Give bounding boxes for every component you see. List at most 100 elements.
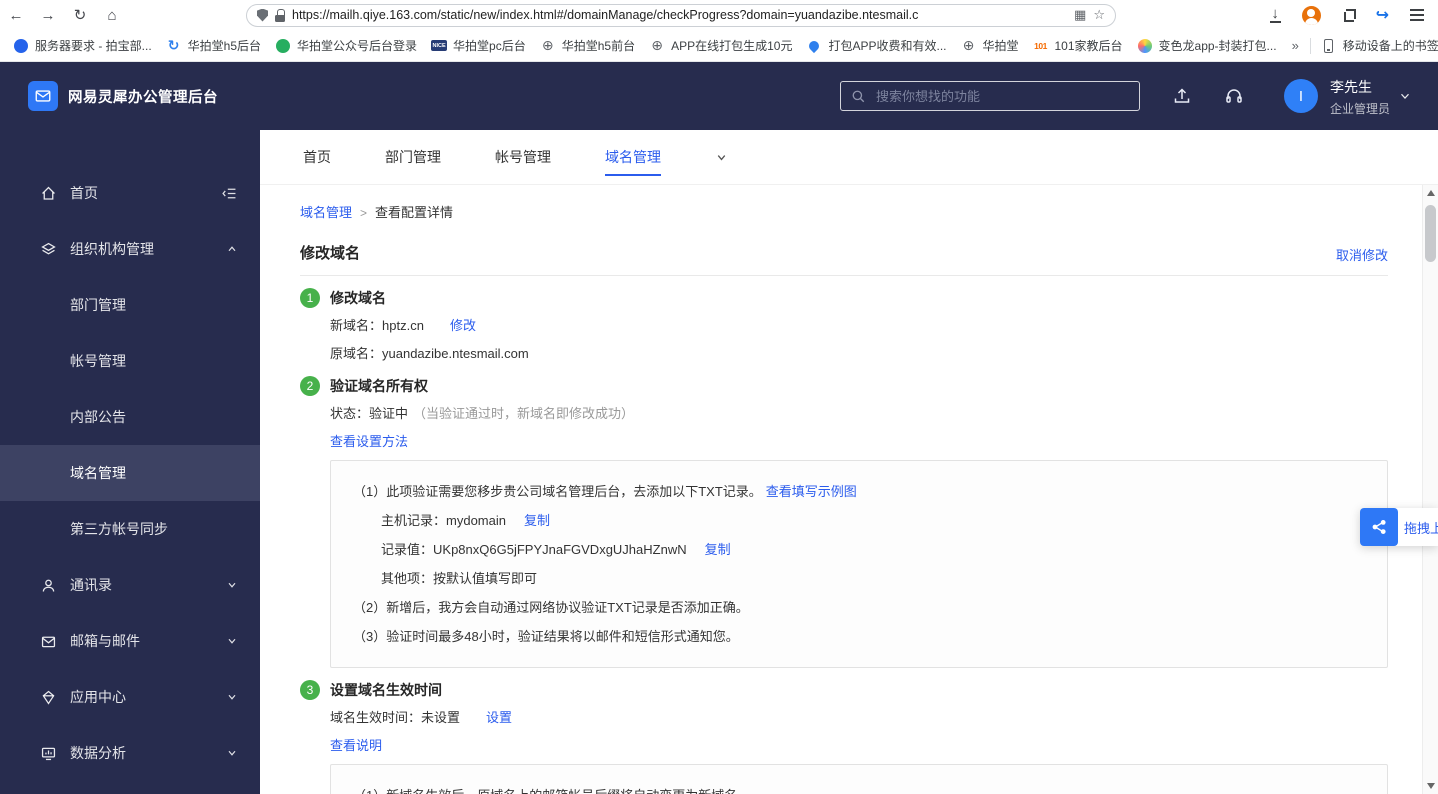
lock-icon[interactable] [275, 8, 285, 22]
function-search[interactable] [840, 81, 1140, 111]
breadcrumb-current: 查看配置详情 [375, 205, 454, 220]
forward-icon[interactable]: → [32, 7, 64, 24]
browser-home-icon[interactable]: ⌂ [96, 7, 128, 24]
sidebar-item-account-management[interactable]: 帐号管理 [0, 333, 260, 389]
bookmark-item[interactable]: 华拍堂公众号后台登录 [268, 34, 424, 57]
support-headset-icon[interactable] [1224, 86, 1244, 106]
page-title: 修改域名 [300, 245, 361, 262]
modify-domain-link[interactable]: 修改 [450, 316, 476, 336]
101-favicon: 101 [1034, 40, 1047, 51]
search-icon [852, 90, 865, 102]
bookmark-label: APP在线打包生成10元 [671, 39, 793, 53]
user-role: 企业管理员 [1330, 102, 1391, 116]
url-bar[interactable]: https://mailh.qiye.163.com/static/new/in… [246, 3, 1116, 27]
sidebar-item-internal-announcement[interactable]: 内部公告 [0, 389, 260, 445]
url-text[interactable]: https://mailh.qiye.163.com/static/new/in… [292, 8, 1067, 22]
tab-dept-management[interactable]: 部门管理 [385, 130, 441, 185]
breadcrumb-separator: > [360, 206, 368, 220]
bookmark-item[interactable]: 打包APP收费和有效... [799, 34, 953, 57]
shield-icon[interactable] [257, 8, 268, 22]
bookmark-label: 华拍堂h5前台 [561, 39, 636, 53]
cancel-modify-link[interactable]: 取消修改 [1336, 245, 1388, 264]
bookmark-item[interactable]: ⊕ 华拍堂h5前台 [533, 34, 642, 57]
instruction-line-2: （2）新增后，我方会自动通过网络协议验证TXT记录是否添加正确。 [353, 600, 749, 615]
bookmark-item[interactable]: ⊕ APP在线打包生成10元 [642, 34, 799, 57]
sidebar-item-app-center[interactable]: 应用中心 [0, 669, 260, 725]
chevron-down-icon [226, 747, 238, 759]
sidebar-item-label: 邮箱与邮件 [70, 633, 140, 649]
scrollbar[interactable] [1422, 185, 1438, 794]
bookmark-star-icon[interactable]: ☆ [1093, 7, 1105, 23]
view-setup-method-link[interactable]: 查看设置方法 [330, 432, 408, 452]
app-window: 网易灵犀办公管理后台 首页 组织机构管理 部门管理 帐号管理 内部公告 域名管理… [0, 62, 1438, 794]
screenshot-icon[interactable] [1342, 8, 1356, 22]
step-modify-domain: 1 修改域名 新域名： hptz.cn 修改 原域名： yuandazibe.n… [300, 288, 1388, 364]
bookmark-item[interactable]: 服务器要求 - 拍宝部... [6, 34, 159, 57]
bookmark-item-mobile[interactable]: 移动设备上的书签 [1314, 34, 1438, 57]
browser-menu-icon[interactable] [1410, 14, 1424, 16]
sidebar-item-label: 数据分析 [70, 745, 126, 761]
globe-favicon: ⊕ [651, 37, 663, 53]
upload-icon[interactable] [1172, 86, 1192, 106]
user-menu-chevron-icon[interactable] [1398, 89, 1412, 103]
view-example-link[interactable]: 查看填写示例图 [766, 477, 857, 506]
verification-instructions-box: （1）此项验证需要您移步贵公司域名管理后台，去添加以下TXT记录。 查看填写示例… [330, 460, 1388, 668]
record-value: UKp8nxQ6G5jFPYJnaFGVDxgUJhaHZnwN [433, 542, 687, 557]
set-time-link[interactable]: 设置 [486, 708, 512, 728]
reload-icon[interactable]: ↻ [64, 6, 96, 24]
app-title: 网易灵犀办公管理后台 [68, 89, 218, 106]
status-note: （当验证通过时，新域名即修改成功） [413, 406, 635, 421]
bookmark-item[interactable]: ⊕ 华拍堂 [953, 34, 1025, 57]
sidebar-item-mailbox[interactable]: 邮箱与邮件 [0, 613, 260, 669]
copy-host-link[interactable]: 复制 [524, 506, 550, 535]
tab-home[interactable]: 首页 [303, 130, 331, 185]
download-icon[interactable]: ↓ [1270, 6, 1281, 23]
search-input[interactable] [874, 87, 1129, 105]
scroll-up-arrow[interactable] [1427, 190, 1435, 196]
bookmark-item[interactable]: ↻ 华拍堂h5后台 [159, 34, 268, 57]
back-icon[interactable]: ← [0, 7, 32, 24]
host-record-value: mydomain [446, 513, 506, 528]
bookmark-item[interactable]: 101 101家教后台 [1026, 34, 1130, 57]
step-title: 验证域名所有权 [330, 378, 428, 394]
main-content: 域名管理 > 查看配置详情 修改域名 取消修改 1 修改域名 新域名： hptz… [260, 185, 1438, 794]
bookmark-item[interactable]: 变色龙app-封装打包... [1130, 34, 1284, 57]
step-effective-time: 3 设置域名生效时间 域名生效时间： 未设置 设置 查看说明 （1）新域名生效后… [300, 680, 1388, 794]
scroll-thumb[interactable] [1425, 205, 1436, 262]
sidebar-item-data-analytics[interactable]: 数据分析 [0, 725, 260, 781]
old-domain-row: 原域名： yuandazibe.ntesmail.com [330, 344, 1388, 364]
bookmarks-overflow-icon[interactable]: » [1284, 38, 1307, 53]
sidebar-item-label: 帐号管理 [70, 353, 126, 369]
breadcrumb-domain-management[interactable]: 域名管理 [300, 203, 352, 223]
blue-circle-favicon [14, 38, 28, 53]
sidebar-item-thirdparty-sync[interactable]: 第三方帐号同步 [0, 501, 260, 557]
status-row: 状态： 验证中 （当验证通过时，新域名即修改成功） [330, 404, 1388, 424]
chevron-down-icon [226, 691, 238, 703]
tab-account-management[interactable]: 帐号管理 [495, 130, 551, 185]
bookmark-item[interactable]: NICE 华拍堂pc后台 [424, 34, 533, 57]
drag-upload-widget[interactable]: 拖拽上 [1360, 508, 1438, 546]
user-name: 李先生 [1330, 79, 1372, 95]
sidebar-item-dept-management[interactable]: 部门管理 [0, 277, 260, 333]
old-domain-label: 原域名： [330, 346, 383, 361]
sidebar-item-home[interactable]: 首页 [0, 165, 260, 221]
qr-code-icon[interactable]: ▦ [1074, 7, 1086, 23]
bookmarks-divider [1309, 37, 1311, 54]
sidebar-item-domain-management[interactable]: 域名管理 [0, 445, 260, 501]
step2-badge: 2 [300, 376, 320, 396]
other-items-row: 其他项： 按默认值填写即可 [353, 564, 1365, 593]
menu-fold-icon[interactable] [221, 185, 238, 202]
chevron-down-icon [226, 579, 238, 591]
scroll-down-arrow[interactable] [1427, 783, 1435, 789]
sidebar-item-contacts[interactable]: 通讯录 [0, 557, 260, 613]
extension-arrow-icon[interactable]: ↪ [1376, 5, 1389, 25]
sidebar-item-org-management[interactable]: 组织机构管理 [0, 221, 260, 277]
user-avatar[interactable]: I [1284, 79, 1318, 113]
effective-time-label: 域名生效时间： [330, 710, 422, 725]
bookmarks-bar: 服务器要求 - 拍宝部... ↻ 华拍堂h5后台 华拍堂公众号后台登录 NICE… [0, 30, 1438, 62]
browser-profile-avatar[interactable] [1301, 5, 1321, 25]
copy-record-link[interactable]: 复制 [705, 535, 731, 564]
view-note-link[interactable]: 查看说明 [330, 736, 382, 756]
tab-domain-management[interactable]: 域名管理 [605, 130, 661, 185]
tabs-more-chevron-icon[interactable] [715, 151, 728, 164]
